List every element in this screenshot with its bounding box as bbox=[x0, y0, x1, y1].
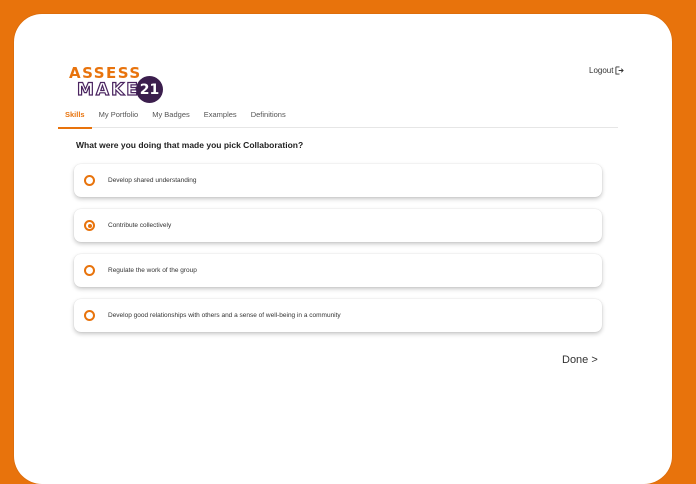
tab-skills[interactable]: Skills bbox=[58, 105, 92, 129]
radio-button[interactable] bbox=[84, 175, 95, 186]
tab-my-portfolio[interactable]: My Portfolio bbox=[92, 105, 146, 127]
radio-button-selected[interactable] bbox=[84, 220, 95, 231]
tab-definitions[interactable]: Definitions bbox=[244, 105, 293, 127]
option-label: Regulate the work of the group bbox=[108, 267, 197, 274]
radio-button[interactable] bbox=[84, 265, 95, 276]
option-develop-shared-understanding[interactable]: Develop shared understanding bbox=[74, 164, 602, 197]
option-regulate-work-of-group[interactable]: Regulate the work of the group bbox=[74, 254, 602, 287]
logo-text-make: MAKE bbox=[76, 79, 140, 100]
tab-my-badges[interactable]: My Badges bbox=[145, 105, 197, 127]
tab-examples[interactable]: Examples bbox=[197, 105, 244, 127]
option-label: Contribute collectively bbox=[108, 222, 172, 229]
done-button[interactable]: Done > bbox=[562, 354, 598, 366]
option-develop-good-relationships[interactable]: Develop good relationships with others a… bbox=[74, 299, 602, 332]
question-text: What were you doing that made you pick C… bbox=[76, 140, 304, 150]
logout-icon bbox=[615, 66, 625, 75]
tab-bar: Skills My Portfolio My Badges Examples D… bbox=[58, 105, 618, 129]
main-card: ASSESS MAKE 21 bbox=[14, 14, 672, 484]
logout-label: Logout bbox=[589, 66, 614, 75]
radio-button[interactable] bbox=[84, 310, 95, 321]
option-contribute-collectively[interactable]: Contribute collectively bbox=[74, 209, 602, 242]
logo-badge-21: 21 bbox=[136, 76, 163, 103]
logout-button[interactable]: Logout bbox=[589, 66, 625, 75]
assess-make-21-logo: ASSESS MAKE 21 bbox=[69, 64, 179, 106]
option-label: Develop shared understanding bbox=[108, 177, 197, 184]
option-label: Develop good relationships with others a… bbox=[108, 312, 341, 319]
